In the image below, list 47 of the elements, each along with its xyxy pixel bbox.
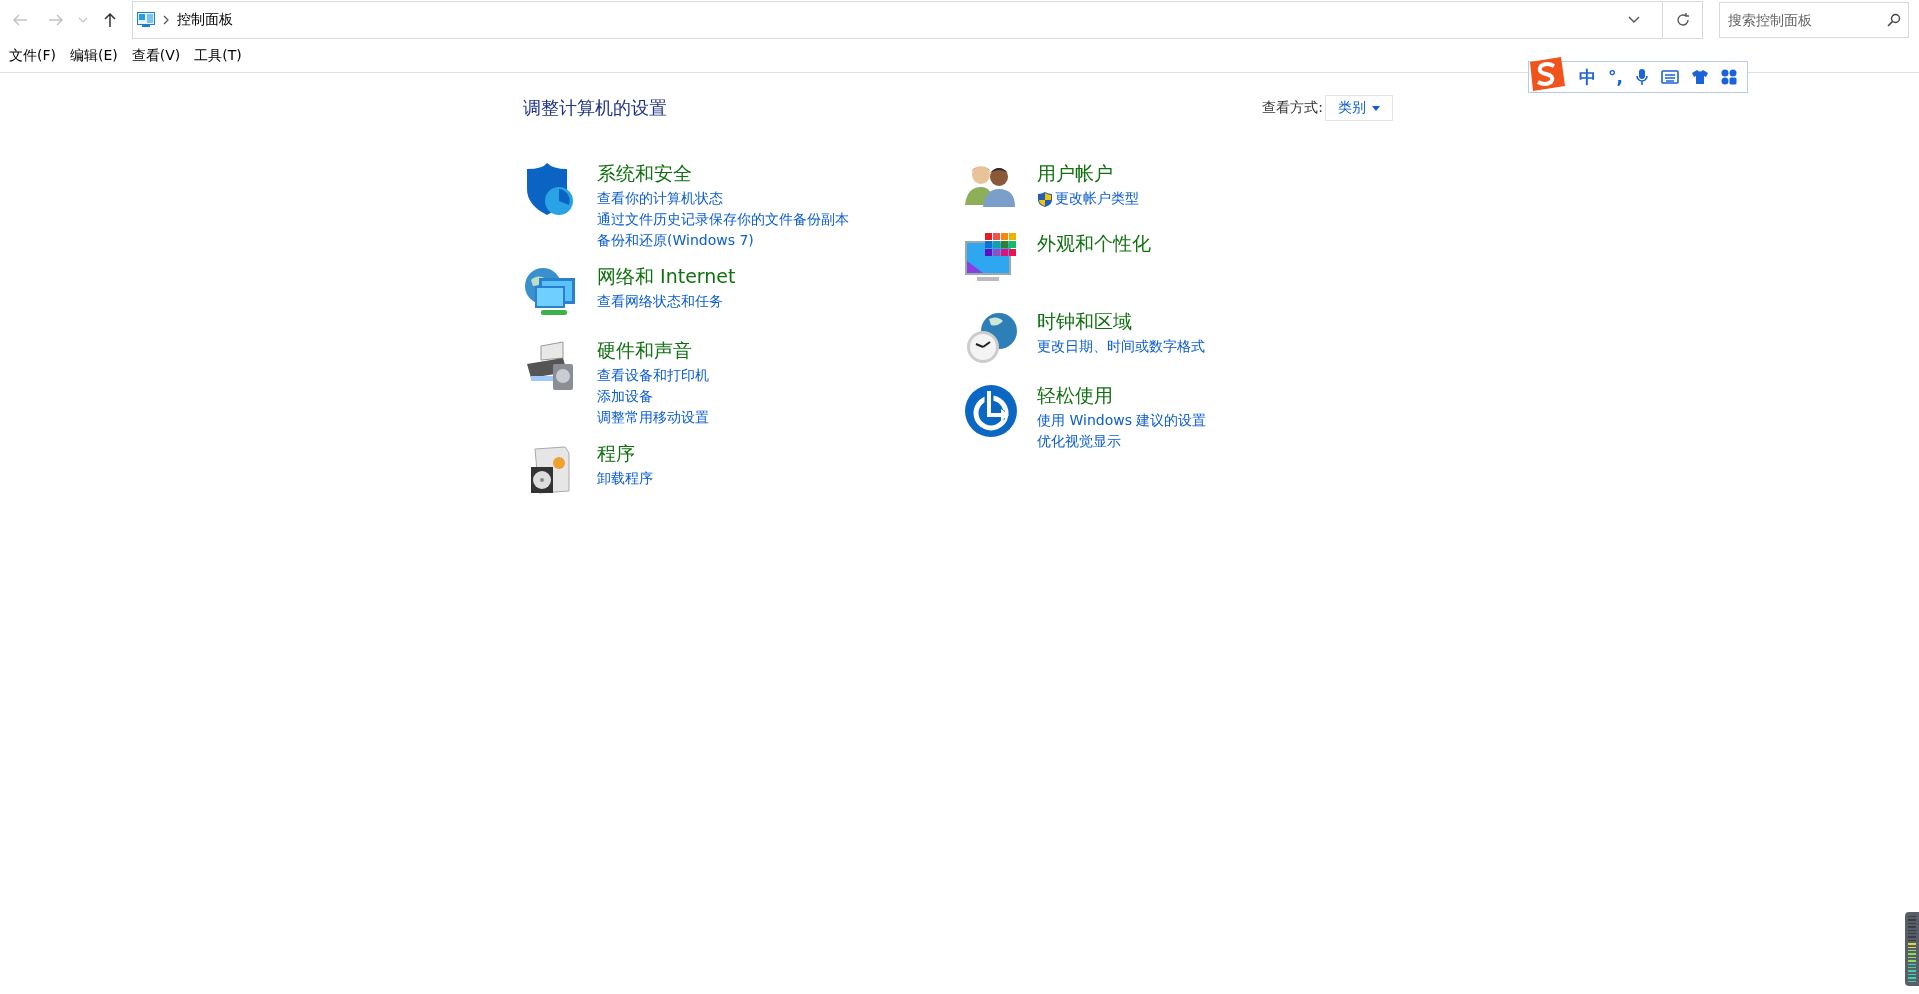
control-panel-icon xyxy=(137,12,155,28)
category-title-link[interactable]: 轻松使用 xyxy=(1037,383,1207,409)
task-link[interactable]: 查看设备和打印机 xyxy=(597,367,709,385)
view-by-label: 查看方式: xyxy=(1262,99,1323,117)
category-title-link[interactable]: 时钟和区域 xyxy=(1037,309,1205,335)
category-title-link[interactable]: 网络和 Internet xyxy=(597,264,736,290)
task-link[interactable]: 使用 Windows 建议的设置 xyxy=(1037,412,1207,430)
keyboard-icon[interactable] xyxy=(1660,70,1679,84)
menu-item[interactable]: 查看(V) xyxy=(131,47,181,65)
forward-arrow-icon xyxy=(48,13,64,27)
task-link[interactable]: 备份和还原(Windows 7) xyxy=(597,232,849,250)
apps-grid-icon[interactable] xyxy=(1720,69,1737,85)
shirt-icon[interactable] xyxy=(1690,69,1709,85)
menu-item[interactable]: 文件(F) xyxy=(9,47,56,65)
refresh-icon xyxy=(1674,12,1691,28)
chevron-down-icon xyxy=(1628,16,1640,24)
chevron-right-icon xyxy=(163,15,169,25)
ime-mode-toggle[interactable]: 中 xyxy=(1579,65,1596,89)
ease-of-access-icon xyxy=(963,383,1019,439)
task-link-text[interactable]: 更改帐户类型 xyxy=(1055,190,1139,208)
address-bar[interactable]: 控制面板 xyxy=(132,1,1703,39)
view-by-dropdown[interactable]: 类别 xyxy=(1325,95,1393,121)
category-title-link[interactable]: 用户帐户 xyxy=(1037,161,1139,187)
task-link[interactable]: 卸载程序 xyxy=(597,470,653,488)
task-link[interactable]: 调整常用移动设置 xyxy=(597,409,709,427)
task-link[interactable]: 通过文件历史记录保存你的文件备份副本 xyxy=(597,211,849,229)
category-title-link[interactable]: 系统和安全 xyxy=(597,161,849,187)
caret-icon xyxy=(1372,105,1380,111)
task-link[interactable]: 更改日期、时间或数字格式 xyxy=(1037,338,1205,356)
search-icon xyxy=(1887,13,1901,27)
task-link[interactable]: 优化视觉显示 xyxy=(1037,433,1207,451)
task-link[interactable]: 添加设备 xyxy=(597,388,709,406)
task-link[interactable]: 更改帐户类型 xyxy=(1037,190,1139,208)
back-arrow-icon xyxy=(12,13,28,27)
menu-item[interactable]: 编辑(E) xyxy=(70,47,118,65)
menu-item[interactable]: 工具(T) xyxy=(194,47,242,65)
category-title-link[interactable]: 外观和个性化 xyxy=(1037,231,1151,257)
address-path: 控制面板 xyxy=(177,11,234,29)
category-title-link[interactable]: 硬件和声音 xyxy=(597,338,709,364)
category-title-link[interactable]: 程序 xyxy=(597,441,653,467)
search-field[interactable]: 搜索控制面板 xyxy=(1719,2,1909,38)
ime-punctuation-toggle[interactable]: °, xyxy=(1608,67,1623,87)
microphone-icon[interactable] xyxy=(1634,68,1649,86)
task-link[interactable]: 查看你的计算机状态 xyxy=(597,190,849,208)
page-heading: 调整计算机的设置 xyxy=(523,96,667,120)
up-arrow-icon xyxy=(103,12,117,28)
task-link[interactable]: 查看网络状态和任务 xyxy=(597,293,736,311)
